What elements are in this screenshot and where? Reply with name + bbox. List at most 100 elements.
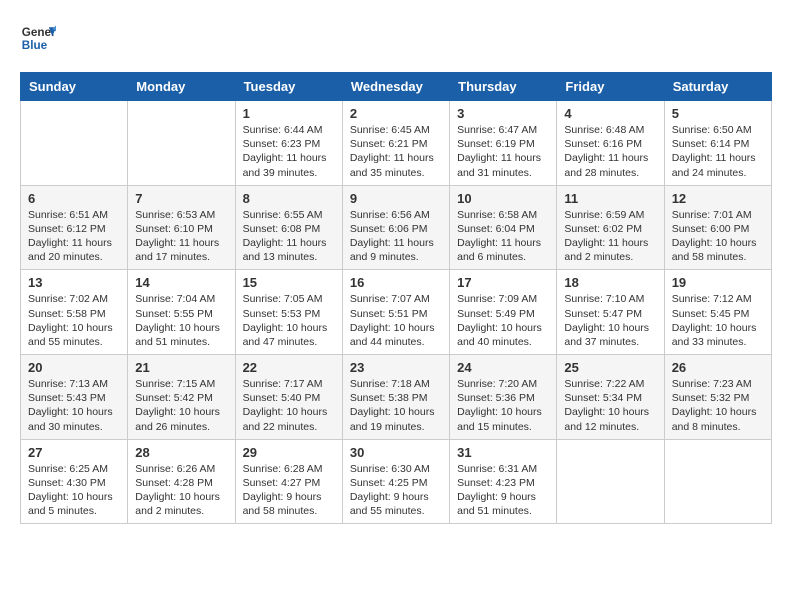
day-number: 18 <box>564 275 656 290</box>
calendar-cell: 15 Sunrise: 7:05 AMSunset: 5:53 PMDayligh… <box>235 270 342 355</box>
calendar-cell: 19 Sunrise: 7:12 AMSunset: 5:45 PMDayligh… <box>664 270 771 355</box>
day-detail: Sunrise: 6:59 AMSunset: 6:02 PMDaylight:… <box>564 208 656 265</box>
svg-text:Blue: Blue <box>22 39 48 52</box>
calendar-cell <box>128 101 235 186</box>
weekday-header: Saturday <box>664 73 771 101</box>
calendar-cell <box>557 439 664 524</box>
calendar-cell: 1Sunrise: 6:44 AMSunset: 6:23 PMDaylight… <box>235 101 342 186</box>
day-number: 8 <box>243 191 335 206</box>
day-number: 21 <box>135 360 227 375</box>
day-number: 6 <box>28 191 120 206</box>
page-header: General Blue <box>20 20 772 56</box>
day-number: 23 <box>350 360 442 375</box>
calendar-cell: 4 Sunrise: 6:48 AMSunset: 6:16 PMDaylight… <box>557 101 664 186</box>
day-detail: Sunrise: 6:45 AMSunset: 6:21 PMDaylight:… <box>350 123 442 180</box>
day-number: 7 <box>135 191 227 206</box>
day-number: 31 <box>457 445 549 460</box>
calendar-cell: 11 Sunrise: 6:59 AMSunset: 6:02 PMDayligh… <box>557 185 664 270</box>
day-detail: Sunrise: 7:17 AMSunset: 5:40 PMDaylight:… <box>243 377 335 434</box>
day-number: 16 <box>350 275 442 290</box>
logo: General Blue <box>20 20 60 56</box>
day-number: 12 <box>672 191 764 206</box>
day-detail: Sunrise: 6:26 AMSunset: 4:28 PMDaylight:… <box>135 462 227 519</box>
day-number: 29 <box>243 445 335 460</box>
day-detail: Sunrise: 6:58 AMSunset: 6:04 PMDaylight:… <box>457 208 549 265</box>
day-detail: Sunrise: 7:10 AMSunset: 5:47 PMDaylight:… <box>564 292 656 349</box>
day-detail: Sunrise: 6:51 AMSunset: 6:12 PMDaylight:… <box>28 208 120 265</box>
day-number: 9 <box>350 191 442 206</box>
day-detail: Sunrise: 6:44 AMSunset: 6:23 PMDaylight:… <box>243 123 335 180</box>
day-number: 15 <box>243 275 335 290</box>
calendar-cell: 6 Sunrise: 6:51 AMSunset: 6:12 PMDaylight… <box>21 185 128 270</box>
day-detail: Sunrise: 7:13 AMSunset: 5:43 PMDaylight:… <box>28 377 120 434</box>
calendar-cell: 21 Sunrise: 7:15 AMSunset: 5:42 PMDayligh… <box>128 355 235 440</box>
calendar-cell: 29 Sunrise: 6:28 AMSunset: 4:27 PMDayligh… <box>235 439 342 524</box>
calendar-cell: 25 Sunrise: 7:22 AMSunset: 5:34 PMDayligh… <box>557 355 664 440</box>
day-detail: Sunrise: 6:53 AMSunset: 6:10 PMDaylight:… <box>135 208 227 265</box>
calendar-cell: 18 Sunrise: 7:10 AMSunset: 5:47 PMDayligh… <box>557 270 664 355</box>
day-number: 19 <box>672 275 764 290</box>
day-detail: Sunrise: 7:23 AMSunset: 5:32 PMDaylight:… <box>672 377 764 434</box>
calendar-cell: 30Sunrise: 6:30 AMSunset: 4:25 PMDayligh… <box>342 439 449 524</box>
calendar-cell: 27 Sunrise: 6:25 AMSunset: 4:30 PMDayligh… <box>21 439 128 524</box>
day-detail: Sunrise: 6:55 AMSunset: 6:08 PMDaylight:… <box>243 208 335 265</box>
calendar-cell: 23 Sunrise: 7:18 AMSunset: 5:38 PMDayligh… <box>342 355 449 440</box>
day-detail: Sunrise: 7:12 AMSunset: 5:45 PMDaylight:… <box>672 292 764 349</box>
calendar-cell: 7 Sunrise: 6:53 AMSunset: 6:10 PMDaylight… <box>128 185 235 270</box>
calendar-week-row: 13Sunrise: 7:02 AMSunset: 5:58 PMDayligh… <box>21 270 772 355</box>
day-detail: Sunrise: 6:56 AMSunset: 6:06 PMDaylight:… <box>350 208 442 265</box>
calendar-week-row: 6 Sunrise: 6:51 AMSunset: 6:12 PMDaylight… <box>21 185 772 270</box>
calendar-cell: 13Sunrise: 7:02 AMSunset: 5:58 PMDayligh… <box>21 270 128 355</box>
day-number: 2 <box>350 106 442 121</box>
calendar-week-row: 1Sunrise: 6:44 AMSunset: 6:23 PMDaylight… <box>21 101 772 186</box>
day-number: 26 <box>672 360 764 375</box>
calendar-table: SundayMondayTuesdayWednesdayThursdayFrid… <box>20 72 772 524</box>
weekday-header: Wednesday <box>342 73 449 101</box>
day-detail: Sunrise: 7:05 AMSunset: 5:53 PMDaylight:… <box>243 292 335 349</box>
day-number: 4 <box>564 106 656 121</box>
day-detail: Sunrise: 6:30 AMSunset: 4:25 PMDaylight:… <box>350 462 442 519</box>
calendar-cell: 26 Sunrise: 7:23 AMSunset: 5:32 PMDayligh… <box>664 355 771 440</box>
calendar-cell: 24Sunrise: 7:20 AMSunset: 5:36 PMDayligh… <box>450 355 557 440</box>
day-number: 28 <box>135 445 227 460</box>
calendar-cell: 28 Sunrise: 6:26 AMSunset: 4:28 PMDayligh… <box>128 439 235 524</box>
calendar-cell: 2 Sunrise: 6:45 AMSunset: 6:21 PMDaylight… <box>342 101 449 186</box>
calendar-cell: 14 Sunrise: 7:04 AMSunset: 5:55 PMDayligh… <box>128 270 235 355</box>
day-detail: Sunrise: 6:50 AMSunset: 6:14 PMDaylight:… <box>672 123 764 180</box>
day-number: 10 <box>457 191 549 206</box>
day-detail: Sunrise: 6:28 AMSunset: 4:27 PMDaylight:… <box>243 462 335 519</box>
day-detail: Sunrise: 7:15 AMSunset: 5:42 PMDaylight:… <box>135 377 227 434</box>
day-number: 22 <box>243 360 335 375</box>
day-detail: Sunrise: 7:09 AMSunset: 5:49 PMDaylight:… <box>457 292 549 349</box>
day-detail: Sunrise: 7:07 AMSunset: 5:51 PMDaylight:… <box>350 292 442 349</box>
calendar-cell: 5Sunrise: 6:50 AMSunset: 6:14 PMDaylight… <box>664 101 771 186</box>
day-number: 3 <box>457 106 549 121</box>
day-detail: Sunrise: 6:25 AMSunset: 4:30 PMDaylight:… <box>28 462 120 519</box>
weekday-header: Monday <box>128 73 235 101</box>
calendar-cell <box>664 439 771 524</box>
calendar-cell: 12Sunrise: 7:01 AMSunset: 6:00 PMDayligh… <box>664 185 771 270</box>
day-number: 25 <box>564 360 656 375</box>
day-number: 17 <box>457 275 549 290</box>
calendar-cell: 10 Sunrise: 6:58 AMSunset: 6:04 PMDayligh… <box>450 185 557 270</box>
day-detail: Sunrise: 6:48 AMSunset: 6:16 PMDaylight:… <box>564 123 656 180</box>
calendar-cell: 31 Sunrise: 6:31 AMSunset: 4:23 PMDayligh… <box>450 439 557 524</box>
weekday-header: Tuesday <box>235 73 342 101</box>
day-number: 11 <box>564 191 656 206</box>
day-number: 14 <box>135 275 227 290</box>
calendar-cell: 16 Sunrise: 7:07 AMSunset: 5:51 PMDayligh… <box>342 270 449 355</box>
day-number: 24 <box>457 360 549 375</box>
weekday-header: Thursday <box>450 73 557 101</box>
calendar-cell: 20 Sunrise: 7:13 AMSunset: 5:43 PMDayligh… <box>21 355 128 440</box>
day-detail: Sunrise: 7:04 AMSunset: 5:55 PMDaylight:… <box>135 292 227 349</box>
calendar-cell: 9 Sunrise: 6:56 AMSunset: 6:06 PMDaylight… <box>342 185 449 270</box>
day-number: 27 <box>28 445 120 460</box>
calendar-cell: 22 Sunrise: 7:17 AMSunset: 5:40 PMDayligh… <box>235 355 342 440</box>
logo-icon: General Blue <box>20 20 56 56</box>
day-detail: Sunrise: 6:31 AMSunset: 4:23 PMDaylight:… <box>457 462 549 519</box>
day-detail: Sunrise: 7:18 AMSunset: 5:38 PMDaylight:… <box>350 377 442 434</box>
day-number: 20 <box>28 360 120 375</box>
calendar-week-row: 20 Sunrise: 7:13 AMSunset: 5:43 PMDayligh… <box>21 355 772 440</box>
calendar-cell <box>21 101 128 186</box>
day-detail: Sunrise: 7:22 AMSunset: 5:34 PMDaylight:… <box>564 377 656 434</box>
